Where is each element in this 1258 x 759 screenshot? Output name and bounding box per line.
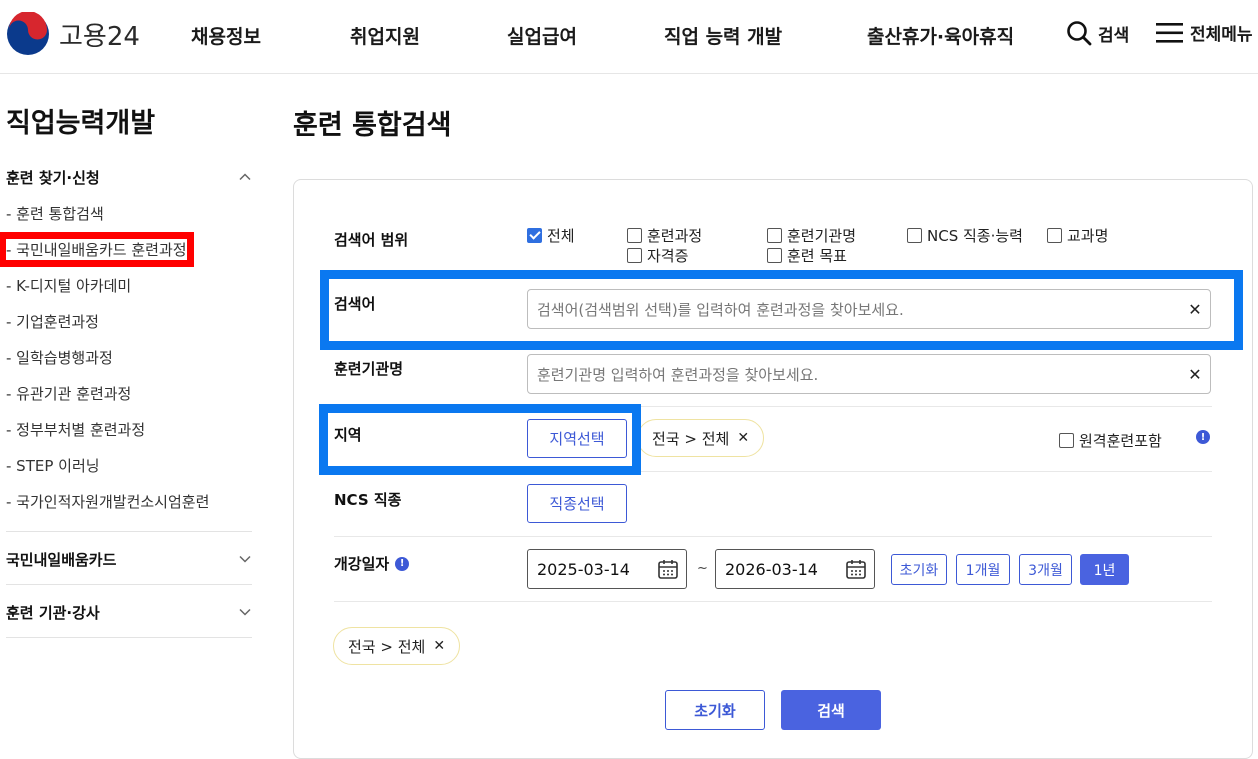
search-button[interactable]: 검색 [781, 690, 881, 730]
remote-training-checkbox[interactable]: 원격훈련포함 [1059, 430, 1162, 451]
site-header: 고용24 채용정보 취업지원 실업급여 직업 능력 개발 출산휴가·육아휴직 검… [0, 0, 1258, 74]
scope-option-label: 훈련 목표 [787, 247, 847, 265]
nav-job-skills[interactable]: 직업 능력 개발 [664, 22, 782, 49]
sidebar-group-label: 훈련 기관·강사 [6, 604, 100, 622]
selected-condition-chip[interactable]: 전국 > 전체 ✕ [333, 627, 461, 665]
close-icon[interactable]: ✕ [737, 430, 749, 446]
sidebar-item-related-institutions[interactable]: - 유관기관 훈련과정 [6, 383, 131, 404]
sidebar-item-government-ministries[interactable]: - 정부부처별 훈련과정 [6, 419, 145, 440]
end-date-input[interactable]: 2026-03-14 [715, 549, 875, 589]
checkbox-icon [1047, 228, 1062, 243]
start-date-value: 2025-03-14 [537, 559, 630, 579]
sidebar-group-institutions-instructors[interactable]: 훈련 기관·강사 [6, 602, 252, 623]
chevron-up-icon [239, 173, 251, 181]
date-separator: ~ [697, 561, 708, 576]
ncs-select-button[interactable]: 직종선택 [527, 484, 627, 523]
period-3-month-button[interactable]: 3개월 [1019, 554, 1072, 585]
sidebar-item-k-digital-academy[interactable]: - K-디지털 아카데미 [6, 275, 131, 296]
sidebar-group-label: 국민내일배움카드 [6, 551, 117, 569]
scope-option-label: 훈련기관명 [787, 227, 857, 245]
sidebar-item-naeil-card-courses[interactable]: - 국민내일배움카드 훈련과정 [0, 232, 194, 267]
date-label: 개강일자 [334, 555, 390, 573]
period-1-year-button[interactable]: 1년 [1080, 554, 1129, 585]
sidebar-item-consortium-training[interactable]: - 국가인적자원개발컨소시엄훈련 [6, 491, 209, 512]
calendar-icon[interactable] [650, 558, 686, 580]
scope-checkbox-subject[interactable]: 교과명 [1047, 225, 1108, 246]
sidebar-item-integrated-search[interactable]: - 훈련 통합검색 [6, 203, 104, 224]
nav-recruit[interactable]: 채용정보 [191, 22, 261, 49]
checkbox-icon [627, 228, 642, 243]
scope-checkbox-goal[interactable]: 훈련 목표 [767, 245, 847, 266]
institution-placeholder: 훈련기관명 입력하여 훈련과정을 찾아보세요. [537, 365, 819, 384]
institution-label: 훈련기관명 [334, 360, 404, 378]
scope-checkbox-course[interactable]: 훈련과정 [627, 225, 702, 246]
scope-option-label: NCS 직종·능력 [927, 227, 1023, 245]
period-reset-button[interactable]: 초기화 [891, 554, 947, 585]
region-highlight-box [319, 404, 641, 475]
search-icon [1066, 20, 1092, 46]
nav-parental-leave[interactable]: 출산휴가·육아휴직 [867, 22, 1014, 49]
sidebar-group-find-training[interactable]: 훈련 찾기·신청 [6, 167, 252, 188]
sidebar-title: 직업능력개발 [6, 108, 156, 139]
chevron-down-icon [239, 608, 251, 616]
nav-employment-support[interactable]: 취업지원 [350, 22, 420, 49]
date-label-group: 개강일자 ! [334, 553, 410, 574]
selected-condition-label: 전국 > 전체 [348, 637, 426, 656]
page-title: 훈련 통합검색 [293, 110, 452, 141]
checkbox-icon [627, 248, 642, 263]
clear-icon[interactable]: ✕ [1180, 365, 1210, 384]
sidebar-divider [6, 584, 252, 585]
scope-checkbox-all[interactable]: 전체 [527, 225, 575, 246]
sidebar-item-corporate-training[interactable]: - 기업훈련과정 [6, 311, 99, 332]
row-divider [334, 601, 1212, 602]
sidebar-item-work-study[interactable]: - 일학습병행과정 [6, 347, 113, 368]
scope-checkbox-ncs[interactable]: NCS 직종·능력 [907, 225, 1023, 246]
scope-option-label: 교과명 [1067, 227, 1109, 245]
site-logo[interactable]: 고용24 [6, 12, 140, 56]
checkbox-icon [907, 228, 922, 243]
reset-button[interactable]: 초기화 [665, 690, 765, 730]
keyword-highlight-box [320, 270, 1243, 350]
scope-label: 검색어 범위 [334, 231, 409, 249]
sidebar-divider [6, 637, 252, 638]
sidebar-divider [6, 531, 252, 532]
region-chip-label: 전국 > 전체 [652, 429, 730, 448]
calendar-icon[interactable] [838, 558, 874, 580]
nav-unemployment-benefit[interactable]: 실업급여 [507, 22, 577, 49]
all-menu-label: 전체메뉴 [1190, 25, 1253, 45]
logo-text: 고용24 [59, 21, 140, 52]
scope-checkbox-certificate[interactable]: 자격증 [627, 245, 688, 266]
hamburger-menu-icon [1156, 21, 1184, 45]
checkbox-icon [767, 228, 782, 243]
scope-option-label: 훈련과정 [647, 227, 703, 245]
ncs-label: NCS 직종 [334, 491, 402, 509]
checkbox-checked-icon [527, 228, 542, 243]
checkbox-icon [767, 248, 782, 263]
region-chip[interactable]: 전국 > 전체 ✕ [637, 419, 765, 457]
all-menu-button[interactable]: 전체메뉴 [1156, 20, 1253, 45]
end-date-value: 2026-03-14 [725, 559, 818, 579]
header-search-label: 검색 [1098, 25, 1130, 46]
header-search-button[interactable]: 검색 [1066, 20, 1129, 46]
sidebar-item-step-elearning[interactable]: - STEP 이러닝 [6, 455, 100, 476]
remote-training-label: 원격훈련포함 [1079, 432, 1162, 450]
info-icon[interactable]: ! [1196, 430, 1210, 444]
row-divider [334, 536, 1212, 537]
close-icon[interactable]: ✕ [433, 638, 445, 654]
sidebar-group-naeil-card[interactable]: 국민내일배움카드 [6, 549, 252, 570]
scope-option-label: 자격증 [647, 247, 689, 265]
start-date-input[interactable]: 2025-03-14 [527, 549, 687, 589]
taegeuk-logo-icon [7, 12, 49, 55]
chevron-down-icon [239, 555, 251, 563]
info-icon[interactable]: ! [395, 556, 410, 571]
period-1-month-button[interactable]: 1개월 [956, 554, 1010, 585]
sidebar-group-label: 훈련 찾기·신청 [6, 169, 100, 187]
scope-checkbox-institution[interactable]: 훈련기관명 [767, 225, 856, 246]
institution-input[interactable]: 훈련기관명 입력하여 훈련과정을 찾아보세요. ✕ [527, 354, 1211, 394]
checkbox-icon [1059, 433, 1074, 448]
scope-option-label: 전체 [547, 227, 575, 245]
